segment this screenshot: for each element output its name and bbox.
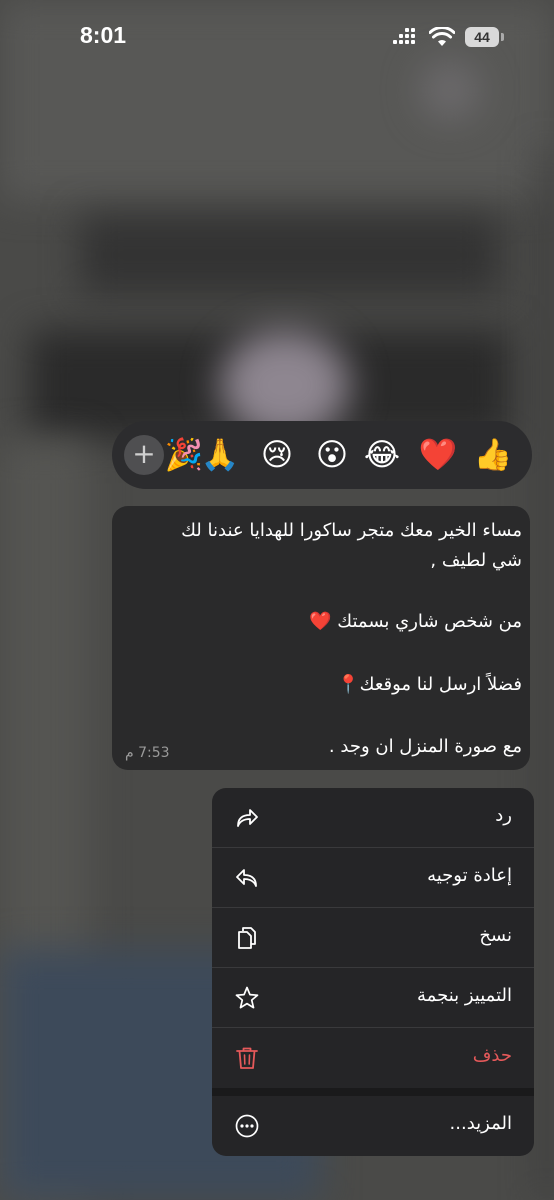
battery-tip [501, 33, 504, 41]
message-line: من شخص شاري بسمتك ❤️ [309, 611, 522, 632]
battery-icon: 44 [465, 27, 499, 47]
message-line: مساء الخير معك متجر ساكورا للهدايا عندنا… [181, 520, 522, 541]
menu-item-more[interactable]: المزيد... [212, 1096, 534, 1156]
star-icon [235, 986, 259, 1009]
menu-item-label: إعادة توجيه [427, 865, 512, 886]
status-time: 8:01 [80, 22, 127, 48]
menu-item-label: رد [495, 805, 512, 826]
bg-shape [80, 215, 500, 295]
cellular-signal-icon [393, 28, 421, 46]
menu-section-divider [212, 1088, 534, 1096]
reaction-tears-of-joy[interactable]: 😂 [362, 435, 402, 475]
wifi-icon [429, 27, 455, 46]
reaction-surprised[interactable]: 😮 [312, 435, 352, 475]
status-bar: 8:01 44 [0, 0, 554, 80]
copy-icon [238, 927, 256, 949]
menu-item-label: حذف [472, 1045, 512, 1066]
reaction-thumbs-up[interactable]: 👍 [473, 435, 513, 475]
menu-item-copy[interactable]: نسخ [212, 908, 534, 968]
message-line: مع صورة المنزل ان وجد . [328, 736, 522, 757]
reaction-party-popper[interactable]: 🎉 [164, 435, 204, 475]
reaction-red-heart[interactable]: ❤️ [418, 435, 458, 475]
message-line: شي لطيف , [430, 550, 522, 571]
message-bubble[interactable] [112, 506, 530, 770]
menu-item-reply[interactable]: رد [212, 788, 534, 848]
message-context-menu: رد إعادة توجيه نسخ التمييز بنجمة حذف الم… [212, 788, 534, 1156]
menu-item-label: التمييز بنجمة [417, 985, 512, 1006]
menu-item-delete[interactable]: حذف [212, 1028, 534, 1088]
menu-item-label: المزيد... [449, 1113, 512, 1134]
bg-shape [540, 150, 554, 1200]
more-ellipsis-icon [235, 1114, 259, 1138]
reply-arrow-icon [237, 809, 258, 827]
message-line: فضلاً ارسل لنا موقعك📍 [337, 674, 522, 695]
menu-item-star[interactable]: التمييز بنجمة [212, 968, 534, 1028]
reaction-crying[interactable]: 😢 [257, 435, 297, 475]
add-reaction-button[interactable]: + [124, 435, 164, 475]
menu-item-label: نسخ [479, 925, 512, 946]
forward-arrow-icon [236, 869, 257, 887]
reaction-folded-hands[interactable]: 🙏 [200, 435, 240, 475]
menu-item-forward[interactable]: إعادة توجيه [212, 848, 534, 908]
message-timestamp: 7:53 م [125, 745, 170, 761]
trash-icon [236, 1047, 258, 1069]
